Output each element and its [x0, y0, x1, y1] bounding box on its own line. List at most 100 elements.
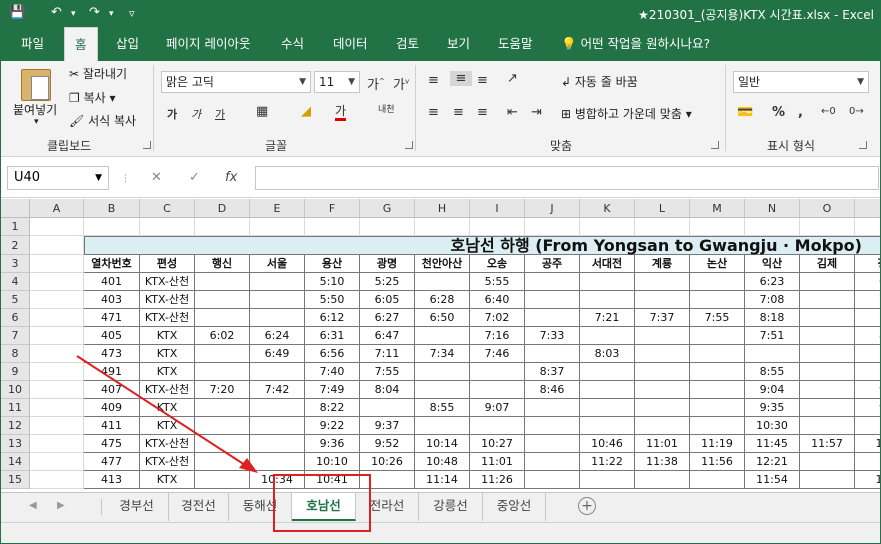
table-cell[interactable] [525, 309, 580, 327]
table-cell[interactable] [525, 345, 580, 363]
table-cell[interactable] [800, 273, 855, 291]
table-cell[interactable] [635, 381, 690, 399]
table-cell[interactable]: 11:26 [470, 471, 525, 489]
table-cell[interactable]: 6:24 [250, 327, 305, 345]
table-cell[interactable]: 5:10 [305, 273, 360, 291]
paste-dropdown-icon[interactable]: ▾ [34, 117, 39, 127]
table-cell[interactable]: 10:30 [745, 417, 800, 435]
undo-icon[interactable]: ↶ [51, 5, 62, 20]
table-cell[interactable] [800, 417, 855, 435]
table-cell[interactable]: 5:50 [305, 291, 360, 309]
table-cell[interactable]: 7:55 [690, 309, 745, 327]
table-cell[interactable]: 477 [84, 453, 140, 471]
table-cell[interactable] [800, 291, 855, 309]
row-header[interactable]: 3 [1, 255, 30, 273]
table-cell[interactable] [250, 273, 305, 291]
table-cell[interactable]: 5:55 [470, 273, 525, 291]
grid-cell[interactable] [30, 309, 84, 327]
table-cell[interactable] [580, 291, 635, 309]
table-cell[interactable]: 413 [84, 471, 140, 489]
table-cell[interactable] [580, 327, 635, 345]
table-cell[interactable]: 9:36 [305, 435, 360, 453]
undo-dropdown-icon[interactable]: ▾ [71, 9, 76, 19]
row-header[interactable]: 11 [1, 399, 30, 417]
table-cell[interactable] [580, 399, 635, 417]
table-cell[interactable] [800, 345, 855, 363]
table-cell[interactable] [415, 381, 470, 399]
grid-cell[interactable] [84, 218, 140, 236]
table-cell[interactable] [800, 309, 855, 327]
table-cell[interactable]: 11:38 [635, 453, 690, 471]
grid-cell[interactable] [30, 435, 84, 453]
table-cell[interactable]: 407 [84, 381, 140, 399]
table-cell[interactable]: 9:35 [745, 399, 800, 417]
percent-button[interactable]: % [772, 105, 785, 120]
sheet-tab[interactable]: 경부선 [105, 493, 169, 521]
table-cell[interactable] [855, 345, 880, 363]
table-cell[interactable]: KTX-산천 [140, 273, 195, 291]
column-header[interactable]: C [140, 199, 195, 218]
grid-cell[interactable] [305, 218, 360, 236]
tab-page-layout[interactable]: 페이지 레이아웃 [156, 27, 260, 61]
table-cell[interactable] [195, 471, 250, 489]
table-cell[interactable] [855, 363, 880, 381]
table-cell[interactable]: 6:12 [305, 309, 360, 327]
table-header-cell[interactable]: 천안아산 [415, 255, 470, 273]
name-box[interactable]: U40 ▼ [7, 166, 109, 190]
grid-cell[interactable] [30, 255, 84, 273]
table-cell[interactable]: 6:40 [470, 291, 525, 309]
table-cell[interactable] [470, 363, 525, 381]
table-cell[interactable]: 7:42 [250, 381, 305, 399]
sheet-tab[interactable]: 경전선 [169, 493, 229, 521]
column-header[interactable]: H [415, 199, 470, 218]
table-cell[interactable]: 8:22 [305, 399, 360, 417]
table-cell[interactable]: 6:28 [415, 291, 470, 309]
table-cell[interactable]: 7:16 [470, 327, 525, 345]
table-cell[interactable]: 7:08 [745, 291, 800, 309]
table-cell[interactable] [580, 363, 635, 381]
tab-home[interactable]: 홈 [64, 27, 98, 62]
table-cell[interactable] [690, 273, 745, 291]
table-cell[interactable]: 11:45 [745, 435, 800, 453]
table-cell[interactable]: 6:47 [360, 327, 415, 345]
table-cell[interactable] [635, 291, 690, 309]
row-header[interactable]: 12 [1, 417, 30, 435]
table-cell[interactable]: 6:50 [415, 309, 470, 327]
table-cell[interactable] [250, 399, 305, 417]
table-cell[interactable] [195, 363, 250, 381]
table-cell[interactable] [195, 309, 250, 327]
table-cell[interactable]: 7:20 [195, 381, 250, 399]
table-cell[interactable]: 409 [84, 399, 140, 417]
copy-button[interactable]: ❐ 복사 ▾ [69, 89, 116, 106]
row-header[interactable]: 15 [1, 471, 30, 489]
table-cell[interactable]: 9 [855, 399, 880, 417]
table-cell[interactable] [525, 273, 580, 291]
table-header-cell[interactable]: 편성 [140, 255, 195, 273]
grid-cell[interactable] [635, 218, 690, 236]
row-header[interactable]: 10 [1, 381, 30, 399]
table-cell[interactable]: 7 [855, 291, 880, 309]
table-cell[interactable] [195, 345, 250, 363]
align-left-icon[interactable]: ≡ [428, 105, 439, 120]
table-cell[interactable]: 405 [84, 327, 140, 345]
table-cell[interactable]: 7:33 [525, 327, 580, 345]
table-cell[interactable] [415, 327, 470, 345]
sheet-tab[interactable]: 중앙선 [483, 493, 546, 521]
table-cell[interactable]: 6:56 [305, 345, 360, 363]
redo-dropdown-icon[interactable]: ▾ [109, 9, 114, 19]
grid-cell[interactable] [30, 399, 84, 417]
table-cell[interactable] [690, 327, 745, 345]
grid-cell[interactable] [415, 218, 470, 236]
table-cell[interactable]: 7:51 [745, 327, 800, 345]
table-cell[interactable]: 411 [84, 417, 140, 435]
alignment-launcher-icon[interactable] [711, 141, 719, 149]
table-cell[interactable] [635, 345, 690, 363]
table-cell[interactable] [800, 363, 855, 381]
table-cell[interactable] [250, 417, 305, 435]
increase-decimal-icon[interactable]: ←0 [821, 106, 836, 117]
row-header[interactable]: 7 [1, 327, 30, 345]
table-cell[interactable]: KTX [140, 345, 195, 363]
table-cell[interactable]: 9:52 [360, 435, 415, 453]
grid-cell[interactable] [30, 218, 84, 236]
table-cell[interactable] [690, 471, 745, 489]
